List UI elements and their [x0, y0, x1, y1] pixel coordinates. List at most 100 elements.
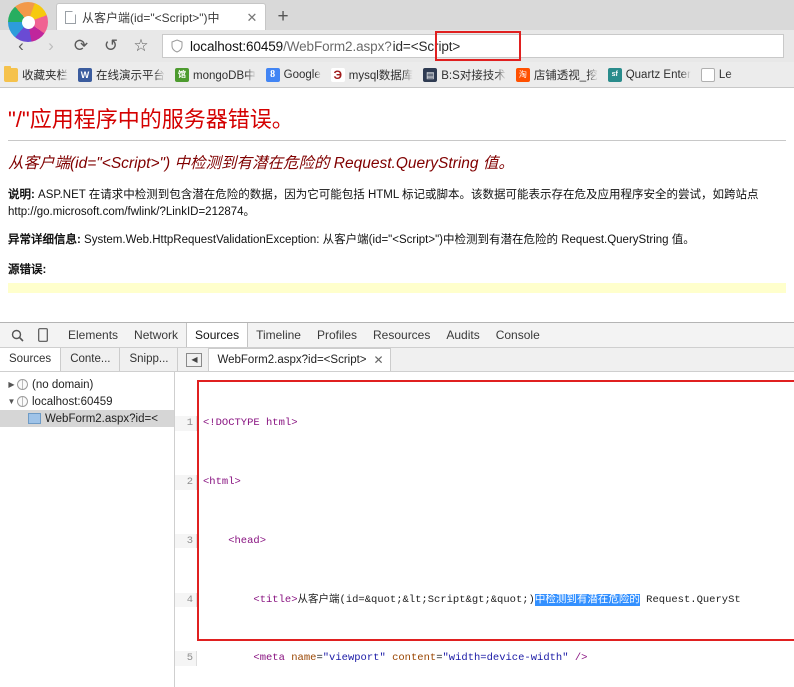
bookmark-label: B:S对接技术 [441, 69, 506, 82]
tab-title: 从客户端(id="<Script>")中 [82, 10, 220, 25]
bookmark-label: 收藏夹栏 [22, 69, 68, 82]
line-text: <!DOCTYPE html> [203, 417, 298, 430]
bookmark-item[interactable]: 8 Google [265, 67, 321, 82]
line-number: 1 [175, 416, 197, 431]
url-host: localhost:60459 [190, 38, 284, 54]
divider [8, 140, 786, 141]
line-number: 2 [175, 474, 197, 490]
close-icon[interactable]: ✕ [374, 353, 384, 367]
tab-sources[interactable]: Sources [186, 323, 249, 347]
code-line: 1 <!DOCTYPE html> [175, 416, 794, 431]
tree-item-label: localhost:60459 [32, 395, 113, 408]
devtools-tabs: Elements Network Sources Timeline Profil… [60, 323, 548, 347]
quartz-icon: sf [607, 67, 622, 82]
error-page: "/"应用程序中的服务器错误。 从客户端(id="<Script>") 中检测到… [0, 88, 794, 312]
code-line: 3 <head> [175, 533, 794, 549]
page-icon [65, 10, 76, 24]
url-query-highlighted: id=<Script> [392, 38, 461, 54]
source-code-editor[interactable]: 1 <!DOCTYPE html> 2 <html> 3 <head> 4 <tit… [175, 372, 794, 687]
bookmark-item[interactable]: 馆 mongoDB中 [175, 67, 256, 83]
tab-elements[interactable]: Elements [60, 323, 126, 347]
bookmark-label: 店铺透视_挖 [533, 69, 598, 82]
browser-window: 从客户端(id="<Script>")中 ✕ + ‹ › ⟳ ↺ ☆ local… [0, 0, 794, 88]
undo-arrow-icon[interactable]: ↺ [96, 32, 126, 60]
reload-icon[interactable]: ⟳ [66, 32, 96, 60]
bookmark-label: Quartz Enter [625, 68, 691, 81]
bookmark-item[interactable]: ▤ B:S对接技术 [423, 67, 506, 83]
bookmark-item[interactable]: Эmysql数据库 [330, 67, 414, 83]
page-icon [700, 67, 715, 82]
browser-logo [0, 0, 56, 44]
sources-navigator: ▶ (no domain) ▼ localhost:60459 WebForm2… [0, 372, 175, 687]
page-title: "/"应用程序中的服务器错误。 [8, 107, 294, 132]
bookmark-label: mysql数据库 [348, 69, 414, 82]
bookmark-item[interactable]: sf Quartz Enter [607, 67, 691, 82]
tab-network[interactable]: Network [126, 323, 186, 347]
line-number: 4 [175, 592, 197, 608]
bookmark-label: Google [283, 68, 321, 81]
bookmark-item[interactable]: Le [700, 67, 732, 82]
tree-item-webform2[interactable]: WebForm2.aspx?id=< [0, 410, 174, 427]
file-icon [28, 413, 41, 424]
devtools-body: ▶ (no domain) ▼ localhost:60459 WebForm2… [0, 372, 794, 687]
tab-profiles[interactable]: Profiles [309, 323, 365, 347]
line-number: 5 [175, 651, 197, 666]
shield-icon [171, 39, 183, 53]
tab-strip: 从客户端(id="<Script>")中 ✕ + [0, 0, 794, 44]
tree-item-localhost[interactable]: ▼ localhost:60459 [0, 393, 174, 410]
bookmark-item[interactable]: W 在线演示平台 [78, 67, 165, 83]
bookmark-item[interactable]: 收藏夹栏 [4, 65, 68, 83]
device-toggle-icon[interactable] [30, 323, 56, 347]
devtools-panel: Elements Network Sources Timeline Profil… [0, 322, 794, 687]
document-icon: ▤ [423, 67, 438, 82]
tab-audits[interactable]: Audits [438, 323, 487, 347]
browser-tab[interactable]: 从客户端(id="<Script>")中 ✕ [56, 3, 266, 30]
line-text: <html> [203, 475, 241, 488]
folder-icon [4, 65, 18, 82]
tree-item-label: (no domain) [32, 378, 94, 391]
star-icon[interactable]: ☆ [126, 32, 156, 60]
navigation-bar: ‹ › ⟳ ↺ ☆ localhost:60459/WebForm2.aspx?… [0, 30, 794, 62]
line-text: <title>从客户端(id=&quot;&lt;Script&gt;&quot… [203, 593, 741, 606]
mongodb-icon: 馆 [175, 67, 189, 82]
subtab-sources[interactable]: Sources [0, 348, 62, 371]
description-text: ASP.NET 在请求中检测到包含潜在危险的数据，因为它可能包括 HTML 标记… [34, 189, 759, 201]
editor-file-tab[interactable]: WebForm2.aspx?id=<Script> ✕ [208, 348, 391, 371]
chevron-down-icon[interactable]: ▼ [6, 397, 17, 406]
source-error-label: 源错误: [8, 264, 47, 277]
google-icon: 8 [265, 67, 280, 82]
tab-resources[interactable]: Resources [365, 323, 438, 347]
new-tab-button[interactable]: + [266, 3, 300, 30]
exception-label: 异常详细信息: [8, 234, 81, 247]
bookmark-item[interactable]: 淘店铺透视_挖 [515, 67, 598, 83]
globe-icon: W [78, 67, 92, 82]
address-bar-text: localhost:60459/WebForm2.aspx?id=<Script… [190, 39, 462, 54]
tab-timeline[interactable]: Timeline [248, 323, 309, 347]
chevron-right-icon[interactable]: ▶ [6, 380, 17, 389]
editor-file-tab-label: WebForm2.aspx?id=<Script> [217, 354, 367, 366]
line-text: <meta name="viewport" content="width=dev… [203, 652, 588, 665]
subtab-content-scripts[interactable]: Conte... [61, 348, 121, 371]
mysql-icon: Э [330, 67, 345, 82]
tree-item-no-domain[interactable]: ▶ (no domain) [0, 376, 174, 393]
description-link[interactable]: http://go.microsoft.com/fwlink/?LinkID=2… [8, 206, 255, 218]
tree-item-label: WebForm2.aspx?id=< [45, 412, 158, 425]
code-line: 5 <meta name="viewport" content="width=d… [175, 651, 794, 666]
close-icon[interactable]: ✕ [245, 11, 259, 24]
search-icon[interactable] [4, 323, 30, 347]
code-view[interactable]: 1 <!DOCTYPE html> 2 <html> 3 <head> 4 <tit… [175, 372, 794, 687]
description-label: 说明: [8, 189, 35, 201]
source-error-box [8, 283, 786, 294]
code-line: 4 <title>从客户端(id=&quot;&lt;Script&gt;&qu… [175, 592, 794, 608]
collapse-panel-icon[interactable]: ◀ [186, 352, 203, 367]
subtab-snippets[interactable]: Snipp... [120, 348, 179, 371]
code-selection: 中检测到有潜在危险的 [534, 593, 640, 606]
address-bar[interactable]: localhost:60459/WebForm2.aspx?id=<Script… [162, 31, 784, 61]
line-number: 3 [175, 533, 197, 549]
error-description: 说明: ASP.NET 在请求中检测到包含潜在危险的数据，因为它可能包括 HTM… [8, 187, 786, 220]
bookmarks-bar: 收藏夹栏 W 在线演示平台 馆 mongoDB中 8 Google Эmysql数据库… [0, 62, 794, 88]
tab-console[interactable]: Console [488, 323, 548, 347]
exception-details: 异常详细信息: System.Web.HttpRequestValidation… [8, 232, 786, 249]
bookmark-label: mongoDB中 [193, 69, 256, 82]
devtools-subtab-bar: Sources Conte... Snipp... ◀ WebForm2.asp… [0, 348, 794, 372]
